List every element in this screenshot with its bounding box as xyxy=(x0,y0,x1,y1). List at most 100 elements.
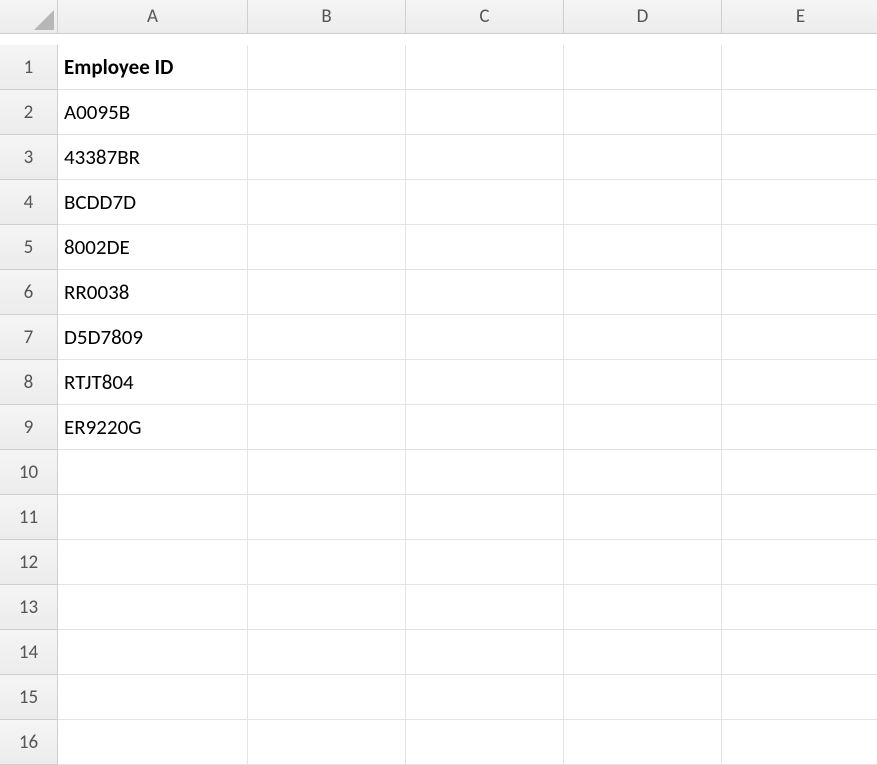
cell-E16[interactable] xyxy=(722,720,877,765)
row-header-14[interactable]: 14 xyxy=(0,630,58,675)
cell-C12[interactable] xyxy=(406,540,564,585)
cell-C3[interactable] xyxy=(406,135,564,180)
row-header-7[interactable]: 7 xyxy=(0,315,58,360)
cell-E2[interactable] xyxy=(722,90,877,135)
cell-A2[interactable]: A0095B xyxy=(58,90,248,135)
cell-D12[interactable] xyxy=(564,540,722,585)
cell-C1[interactable] xyxy=(406,45,564,90)
cell-A14[interactable] xyxy=(58,630,248,675)
cell-D8[interactable] xyxy=(564,360,722,405)
cell-C7[interactable] xyxy=(406,315,564,360)
cell-A15[interactable] xyxy=(58,675,248,720)
cell-A9[interactable]: ER9220G xyxy=(58,405,248,450)
cell-B6[interactable] xyxy=(248,270,406,315)
row-header-13[interactable]: 13 xyxy=(0,585,58,630)
cell-C8[interactable] xyxy=(406,360,564,405)
cell-C13[interactable] xyxy=(406,585,564,630)
cell-D11[interactable] xyxy=(564,495,722,540)
row-header-2[interactable]: 2 xyxy=(0,90,58,135)
cell-B9[interactable] xyxy=(248,405,406,450)
cell-C5[interactable] xyxy=(406,225,564,270)
row-header-3[interactable]: 3 xyxy=(0,135,58,180)
cell-C11[interactable] xyxy=(406,495,564,540)
cell-E6[interactable] xyxy=(722,270,877,315)
cell-D5[interactable] xyxy=(564,225,722,270)
row-header-4[interactable]: 4 xyxy=(0,180,58,225)
cell-B7[interactable] xyxy=(248,315,406,360)
cell-B10[interactable] xyxy=(248,450,406,495)
cell-C9[interactable] xyxy=(406,405,564,450)
col-header-A[interactable]: A xyxy=(58,0,248,34)
cell-A11[interactable] xyxy=(58,495,248,540)
cell-B1[interactable] xyxy=(248,45,406,90)
cell-B14[interactable] xyxy=(248,630,406,675)
cell-A13[interactable] xyxy=(58,585,248,630)
row-header-15[interactable]: 15 xyxy=(0,675,58,720)
cell-B5[interactable] xyxy=(248,225,406,270)
row-header-16[interactable]: 16 xyxy=(0,720,58,765)
cell-B4[interactable] xyxy=(248,180,406,225)
cell-D14[interactable] xyxy=(564,630,722,675)
cell-D7[interactable] xyxy=(564,315,722,360)
cell-C6[interactable] xyxy=(406,270,564,315)
cell-E10[interactable] xyxy=(722,450,877,495)
cell-D6[interactable] xyxy=(564,270,722,315)
cell-A3[interactable]: 43387BR xyxy=(58,135,248,180)
cell-A4[interactable]: BCDD7D xyxy=(58,180,248,225)
cell-C4[interactable] xyxy=(406,180,564,225)
cell-D1[interactable] xyxy=(564,45,722,90)
cell-E15[interactable] xyxy=(722,675,877,720)
row-header-6[interactable]: 6 xyxy=(0,270,58,315)
cell-E5[interactable] xyxy=(722,225,877,270)
cell-A1[interactable]: Employee ID xyxy=(58,45,248,90)
cell-A12[interactable] xyxy=(58,540,248,585)
cell-E11[interactable] xyxy=(722,495,877,540)
cell-E7[interactable] xyxy=(722,315,877,360)
cell-E4[interactable] xyxy=(722,180,877,225)
cell-D2[interactable] xyxy=(564,90,722,135)
cell-E13[interactable] xyxy=(722,585,877,630)
col-header-B[interactable]: B xyxy=(248,0,406,34)
cell-C16[interactable] xyxy=(406,720,564,765)
cell-D4[interactable] xyxy=(564,180,722,225)
row-header-1[interactable]: 1 xyxy=(0,45,58,90)
cell-D16[interactable] xyxy=(564,720,722,765)
cell-B8[interactable] xyxy=(248,360,406,405)
cell-E1[interactable] xyxy=(722,45,877,90)
cell-B15[interactable] xyxy=(248,675,406,720)
cell-A8[interactable]: RTJT804 xyxy=(58,360,248,405)
cell-D9[interactable] xyxy=(564,405,722,450)
row-header-5[interactable]: 5 xyxy=(0,225,58,270)
cell-C2[interactable] xyxy=(406,90,564,135)
cell-E9[interactable] xyxy=(722,405,877,450)
cell-A10[interactable] xyxy=(58,450,248,495)
row-header-8[interactable]: 8 xyxy=(0,360,58,405)
cell-C15[interactable] xyxy=(406,675,564,720)
col-header-E[interactable]: E xyxy=(722,0,877,34)
cell-A16[interactable] xyxy=(58,720,248,765)
cell-E8[interactable] xyxy=(722,360,877,405)
cell-B16[interactable] xyxy=(248,720,406,765)
cell-C10[interactable] xyxy=(406,450,564,495)
row-header-12[interactable]: 12 xyxy=(0,540,58,585)
cell-D13[interactable] xyxy=(564,585,722,630)
col-header-D[interactable]: D xyxy=(564,0,722,34)
cell-B2[interactable] xyxy=(248,90,406,135)
cell-E14[interactable] xyxy=(722,630,877,675)
cell-B12[interactable] xyxy=(248,540,406,585)
cell-E3[interactable] xyxy=(722,135,877,180)
cell-A6[interactable]: RR0038 xyxy=(58,270,248,315)
cell-B11[interactable] xyxy=(248,495,406,540)
cell-A5[interactable]: 8002DE xyxy=(58,225,248,270)
cell-E12[interactable] xyxy=(722,540,877,585)
cell-D15[interactable] xyxy=(564,675,722,720)
cell-B3[interactable] xyxy=(248,135,406,180)
col-header-C[interactable]: C xyxy=(406,0,564,34)
cell-C14[interactable] xyxy=(406,630,564,675)
cell-D3[interactable] xyxy=(564,135,722,180)
row-header-10[interactable]: 10 xyxy=(0,450,58,495)
cell-A7[interactable]: D5D7809 xyxy=(58,315,248,360)
cell-D10[interactable] xyxy=(564,450,722,495)
select-all-corner[interactable] xyxy=(0,0,58,34)
row-header-11[interactable]: 11 xyxy=(0,495,58,540)
